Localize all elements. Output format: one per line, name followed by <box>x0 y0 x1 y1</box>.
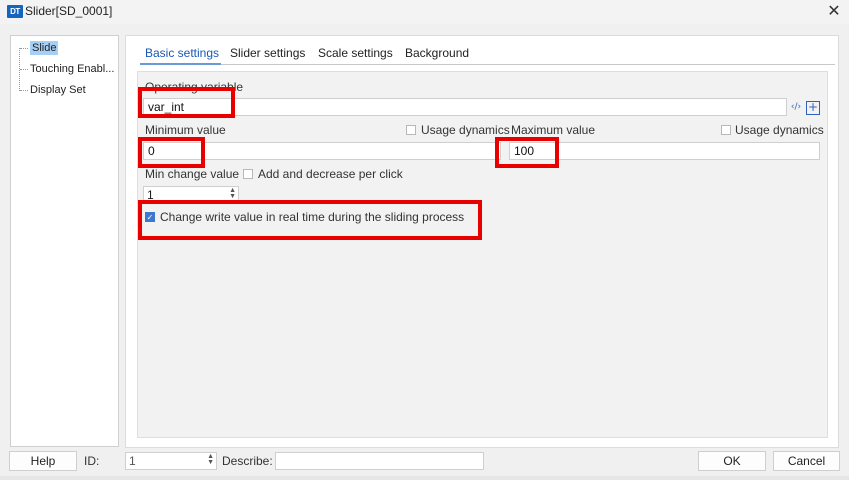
code-icon[interactable]: ‹/› <box>789 101 803 115</box>
spin-arrows-icon[interactable]: ▲ ▼ <box>229 187 236 200</box>
maximum-value-input[interactable]: 100 <box>509 142 820 160</box>
operating-variable-input[interactable]: var_int <box>143 98 787 116</box>
app-icon: DT <box>7 5 23 18</box>
id-label: ID: <box>84 454 100 468</box>
tab-basic-settings[interactable]: Basic settings <box>145 46 219 60</box>
add-variable-button[interactable]: + <box>806 101 820 115</box>
window-bottom-edge <box>0 476 849 480</box>
ok-button[interactable]: OK <box>698 451 766 471</box>
active-tab-indicator <box>140 63 221 65</box>
tab-slider-settings[interactable]: Slider settings <box>230 46 305 60</box>
tree-item-touching-enable[interactable]: Touching Enabl... <box>20 60 118 78</box>
close-button[interactable]: ✕ <box>819 0 849 24</box>
title-bar: DT Slider[SD_0001] ✕ <box>0 0 849 24</box>
help-button[interactable]: Help <box>9 451 77 471</box>
window-title: Slider[SD_0001] <box>25 4 113 18</box>
realtime-write-checkbox[interactable]: ✓ <box>145 212 155 222</box>
min-change-value-text: 1 <box>147 188 154 202</box>
tab-scale-settings[interactable]: Scale settings <box>318 46 393 60</box>
min-usage-dynamics-checkbox[interactable] <box>406 125 416 135</box>
minimum-value-input[interactable]: 0 <box>143 142 501 160</box>
tree-item-label: Touching Enabl... <box>30 63 115 75</box>
max-usage-dynamics-checkbox[interactable] <box>721 125 731 135</box>
describe-input[interactable] <box>275 452 484 470</box>
tree-item-label: Slide <box>30 41 59 55</box>
min-change-value-stepper[interactable]: 1 ▲ ▼ <box>143 186 239 204</box>
cancel-button[interactable]: Cancel <box>773 451 840 471</box>
operating-variable-label: Operating variable <box>145 80 244 94</box>
category-tree: Slide Touching Enabl... Display Set <box>10 35 119 447</box>
tree-item-slide[interactable]: Slide <box>20 39 118 57</box>
min-usage-dynamics-label: Usage dynamics <box>421 123 510 137</box>
id-value-text: 1 <box>129 454 136 468</box>
id-stepper[interactable]: 1 ▲ ▼ <box>125 452 217 470</box>
tree-item-label: Display Set <box>30 84 86 96</box>
realtime-write-label: Change write value in real time during t… <box>160 210 465 224</box>
max-usage-dynamics-label: Usage dynamics <box>735 123 824 137</box>
add-decrease-per-click-checkbox[interactable] <box>243 169 253 179</box>
add-decrease-per-click-label: Add and decrease per click <box>258 167 403 181</box>
minimum-value-label: Minimum value <box>145 123 226 137</box>
tree-item-display-set[interactable]: Display Set <box>20 81 118 99</box>
describe-label: Describe: <box>222 454 273 468</box>
tab-background[interactable]: Background <box>405 46 469 60</box>
spin-arrows-icon[interactable]: ▲ ▼ <box>207 453 214 466</box>
min-change-value-label: Min change value <box>145 167 240 181</box>
tab-strip-divider <box>140 64 835 65</box>
maximum-value-label: Maximum value <box>511 123 596 137</box>
